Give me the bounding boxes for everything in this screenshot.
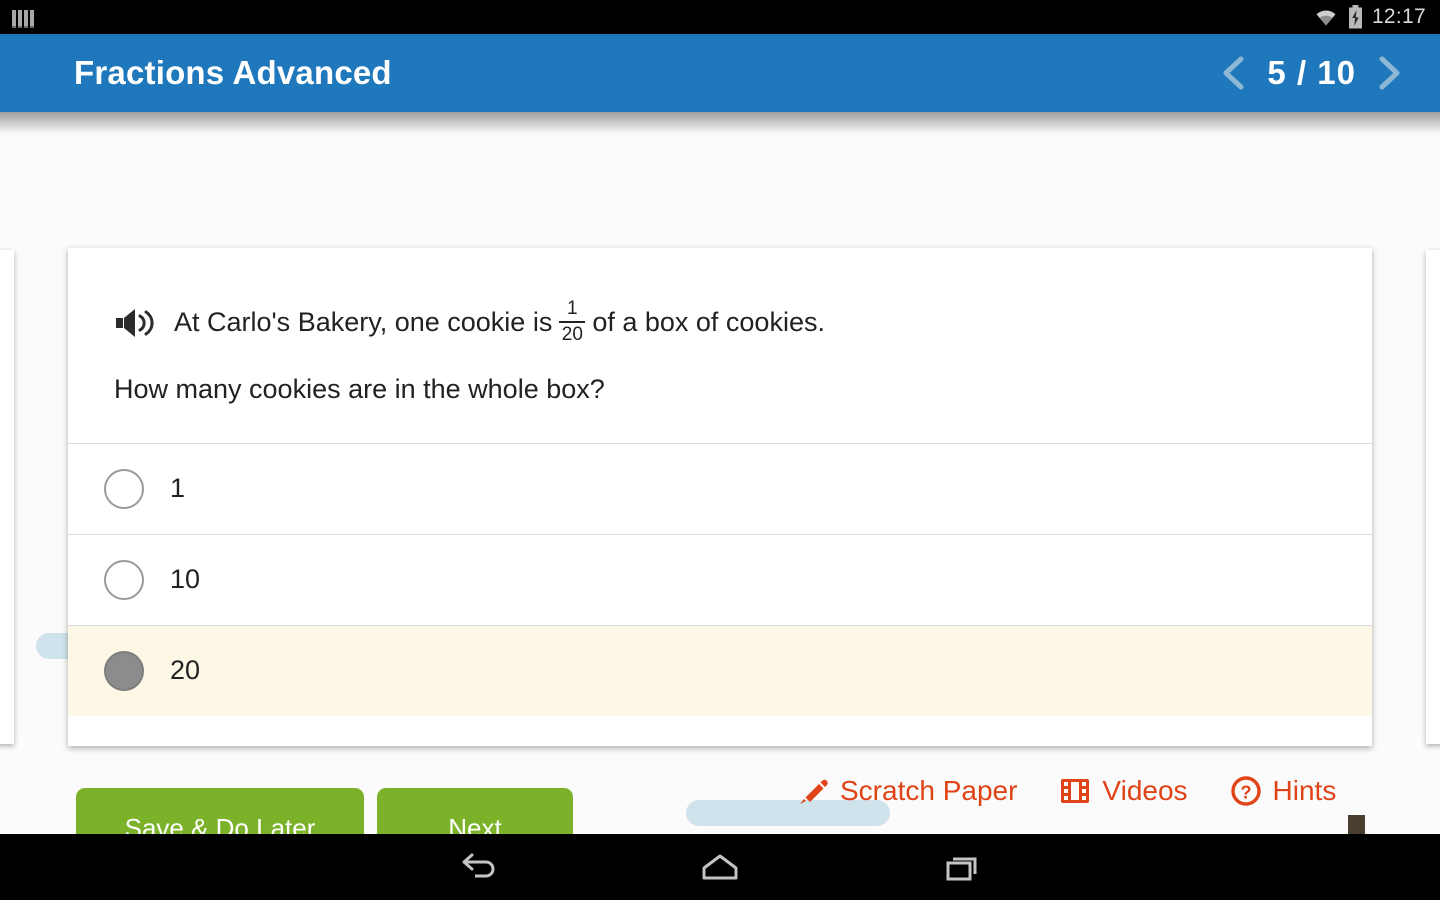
answer-option-label: 10 (170, 564, 201, 595)
battery-charging-icon (1348, 5, 1363, 29)
recents-icon[interactable] (840, 850, 1080, 884)
speaker-icon[interactable] (114, 307, 160, 339)
tool-links: Scratch Paper Videos ? Hints (795, 774, 1336, 808)
radio-button[interactable] (104, 559, 144, 600)
question-card: At Carlo's Bakery, one cookie is 1 20 of… (68, 248, 1372, 746)
page-title: Fractions Advanced (74, 54, 392, 91)
videos-button[interactable]: Videos (1059, 775, 1188, 807)
radio-button[interactable] (104, 468, 144, 509)
question-text-after: of a box of cookies. (592, 307, 825, 338)
previous-question-card-peek[interactable] (0, 250, 14, 744)
answer-option-1[interactable]: 1 (68, 442, 1372, 534)
chevron-left-icon[interactable] (1219, 53, 1249, 93)
answer-option-2[interactable]: 10 (68, 533, 1372, 625)
fraction-one-twentieth: 1 20 (559, 298, 586, 345)
device-screen: 12:17 Fractions Advanced 5 / 10 At Carlo… (0, 0, 1440, 900)
app-header: Fractions Advanced 5 / 10 (0, 34, 1440, 112)
answer-option-label: 20 (170, 655, 201, 686)
scratch-paper-label: Scratch Paper (840, 775, 1018, 806)
content-area: At Carlo's Bakery, one cookie is 1 20 of… (0, 112, 1440, 900)
question-line-1: At Carlo's Bakery, one cookie is 1 20 of… (114, 298, 1326, 346)
question-text-before: At Carlo's Bakery, one cookie is (174, 307, 553, 338)
answer-option-3[interactable]: 20 (68, 624, 1372, 716)
back-arrow-icon[interactable] (360, 850, 600, 884)
pager: 5 / 10 (1219, 53, 1404, 93)
videos-label: Videos (1102, 775, 1188, 806)
hints-button[interactable]: ? Hints (1230, 775, 1337, 807)
question-circle-icon: ? (1230, 775, 1262, 807)
pager-label: 5 / 10 (1267, 54, 1356, 91)
home-icon[interactable] (600, 850, 840, 884)
chevron-right-icon[interactable] (1374, 53, 1404, 93)
fraction-denominator: 20 (561, 323, 583, 345)
android-status-bar: 12:17 (0, 0, 1440, 34)
notification-bars-icon (12, 6, 36, 28)
android-nav-bar (0, 834, 1440, 900)
scratch-paper-button[interactable]: Scratch Paper (795, 774, 1017, 808)
fraction-bar (559, 320, 586, 323)
answer-option-label: 1 (170, 473, 186, 504)
status-bar-clock: 12:17 (1371, 5, 1426, 28)
wifi-icon (1313, 7, 1339, 27)
film-icon (1059, 775, 1091, 807)
question-line-2: How many cookies are in the whole box? (114, 373, 605, 404)
fraction-numerator: 1 (567, 298, 578, 319)
radio-button-selected[interactable] (104, 650, 144, 691)
next-question-card-peek[interactable] (1426, 250, 1440, 744)
svg-text:?: ? (1240, 783, 1251, 803)
answer-options: 1 10 20 (68, 442, 1372, 716)
hints-label: Hints (1272, 775, 1337, 806)
pencil-icon (795, 774, 829, 808)
